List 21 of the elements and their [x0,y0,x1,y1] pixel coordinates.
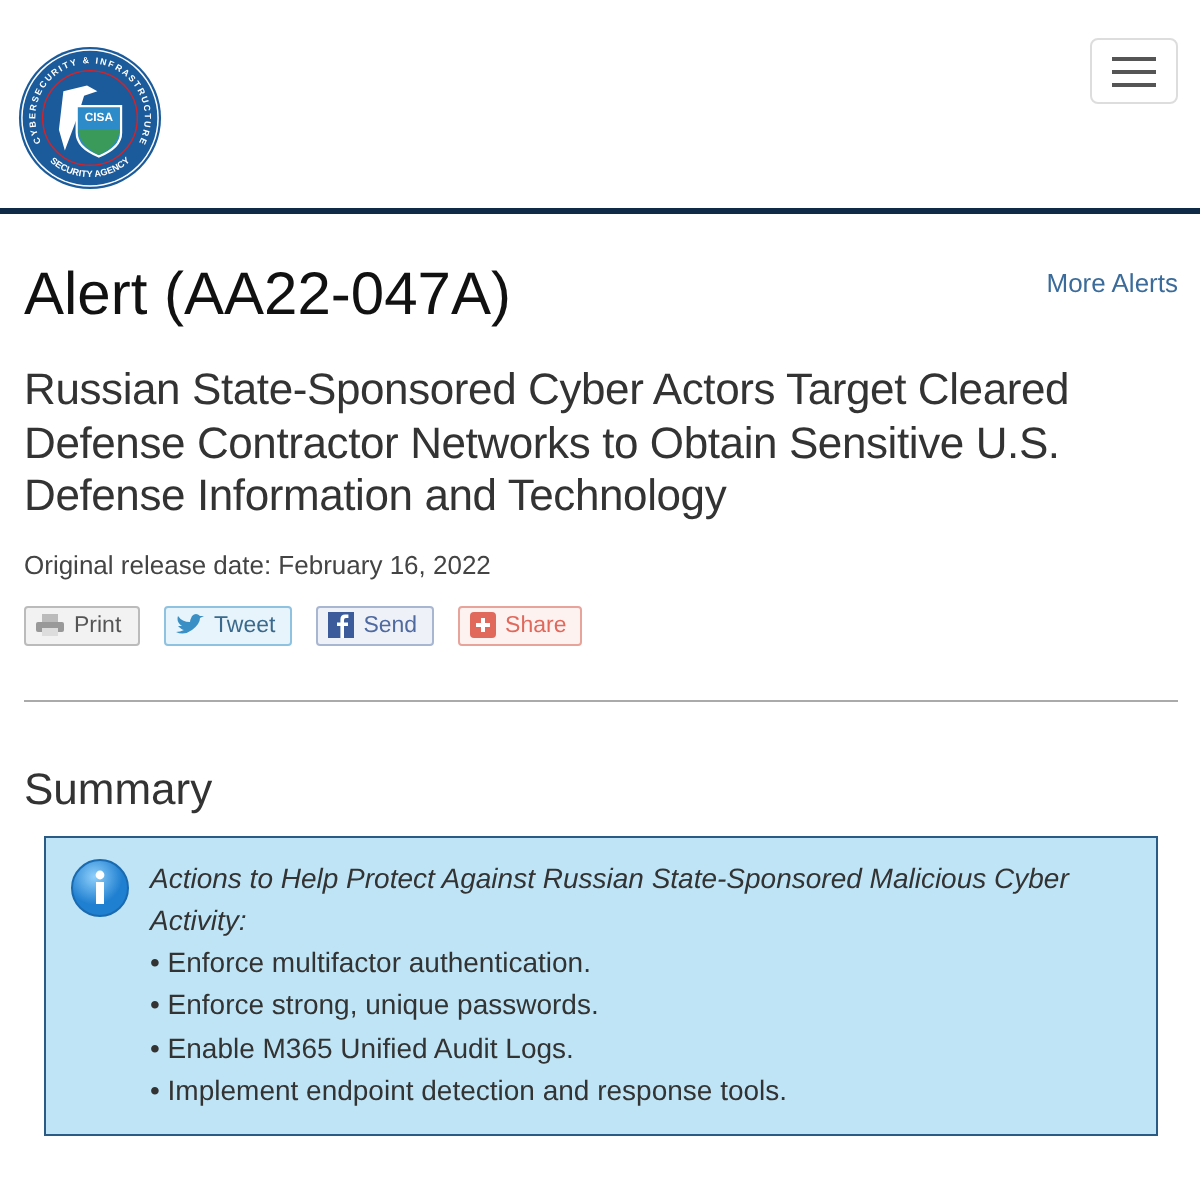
alert-subtitle: Russian State-Sponsored Cyber Actors Target Cleared Defense Contractor Networks to Obtain Sensitive U.S. Defense Information and Technology [24,364,1072,523]
share-button[interactable]: Share [457,605,583,645]
alert-title: Alert (AA22-047A) [24,260,511,332]
list-item: • Enable M365 Unified Audit Logs. [150,1029,576,1068]
bird-icon [176,614,204,636]
letter-f-square-icon [327,612,354,638]
menu-icon [1112,55,1156,87]
info-icon [70,857,130,917]
list-item: • Implement endpoint detection and response tools. [150,1072,790,1110]
printer-icon [36,614,64,636]
tweet-button[interactable]: Tweet [164,605,292,645]
list-item: • Enforce strong, unique passwords. [150,986,601,1024]
section-heading: Summary [24,763,215,815]
release-date: Original release date: February 16, 2022 [24,549,493,579]
list-item: • Enforce multifactor authentication. [150,943,593,981]
menu-button[interactable] [1090,38,1178,104]
more-alerts-link[interactable]: More Alerts [1046,268,1178,298]
callout-title: Actions to Help Protect Against Russian State-Sponsored Malicious Cyber Activity: [150,859,1072,940]
send-button[interactable]: Send [315,605,434,645]
plus-square-icon [469,612,496,638]
print-button[interactable]: Print [24,605,140,645]
